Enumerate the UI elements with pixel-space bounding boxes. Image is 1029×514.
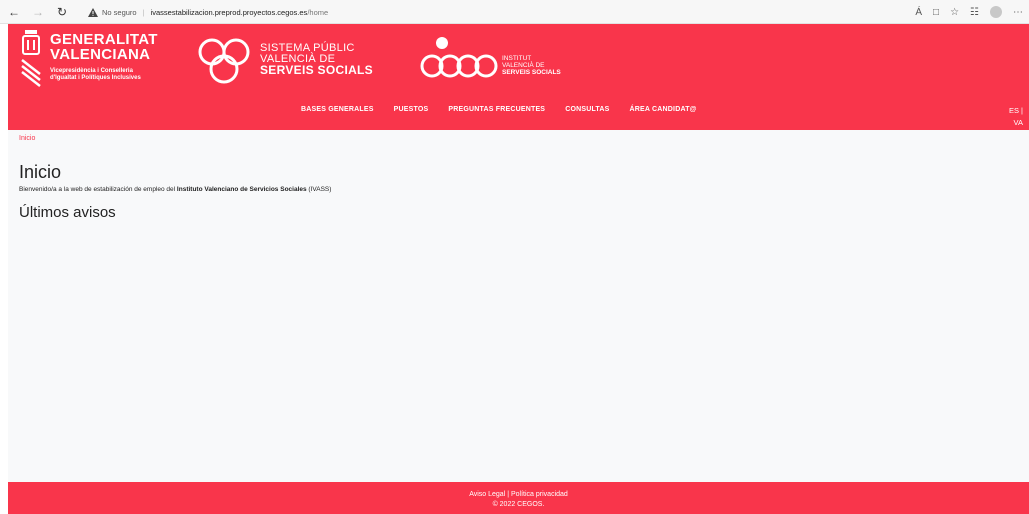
- browser-actions: Á □ ☆ ☷ ⋯: [915, 3, 1023, 21]
- forward-arrow-icon[interactable]: →: [28, 2, 48, 22]
- notices-heading: Últimos avisos: [19, 204, 116, 221]
- address-bar[interactable]: No seguro | ivassestabilizacion.preprod.…: [88, 3, 888, 21]
- footer-separator: |: [507, 491, 510, 498]
- url-host: ivassestabilizacion.preprod.proyectos.ce…: [150, 7, 308, 17]
- url-path: /home: [307, 7, 329, 17]
- menu-preguntas-frecuentes[interactable]: PREGUNTAS FRECUENTES: [448, 106, 545, 113]
- collections-icon[interactable]: ☷: [970, 7, 979, 18]
- ivass-circles-icon: [420, 37, 498, 78]
- privacy-policy-link[interactable]: Política privacidad: [511, 491, 568, 498]
- read-aloud-icon[interactable]: Á: [915, 7, 922, 18]
- language-switcher: ES | VA: [1009, 105, 1023, 129]
- browser-toolbar: ← → ↻ No seguro | ivassestabilizacion.pr…: [0, 0, 1029, 24]
- sistema-public-logo[interactable]: SISTEMA PÚBLIC VALENCIÀ DE SERVEIS SOCIA…: [198, 36, 378, 84]
- ivass-logo[interactable]: INSTITUT VALENCIÀ DE SERVEIS SOCIALS: [418, 36, 598, 84]
- reload-icon[interactable]: ↻: [52, 2, 72, 22]
- lang-va[interactable]: VA: [1009, 117, 1023, 129]
- main-content: Inicio Inicio Bienvenido/a a la web de e…: [8, 130, 1029, 482]
- main-menu: BASES GENERALES PUESTOS PREGUNTAS FRECUE…: [301, 106, 697, 113]
- generalitat-subtitle: Vicepresidència i Conselleria d'Igualtat…: [50, 68, 141, 81]
- menu-puestos[interactable]: PUESTOS: [394, 106, 429, 113]
- sistema-public-text: SISTEMA PÚBLIC VALENCIÀ DE SERVEIS SOCIA…: [260, 42, 373, 77]
- generalitat-title: GENERALITAT VALENCIANA: [50, 31, 158, 63]
- institute-name: Instituto Valenciano de Servicios Social…: [176, 186, 307, 193]
- sistema-public-circles-icon: [198, 38, 250, 84]
- site-footer: Aviso Legal | Política privacidad © 2022…: [8, 482, 1029, 514]
- generalitat-crest-icon: [21, 30, 41, 87]
- ivass-text: INSTITUT VALENCIÀ DE SERVEIS SOCIALS: [502, 55, 561, 76]
- site-header: GENERALITAT VALENCIANA Vicepresidència i…: [8, 24, 1029, 130]
- back-arrow-icon[interactable]: ←: [4, 2, 24, 22]
- breadcrumb[interactable]: Inicio: [19, 135, 35, 142]
- footer-links: Aviso Legal | Política privacidad: [8, 491, 1029, 498]
- menu-consultas[interactable]: CONSULTAS: [565, 106, 609, 113]
- warning-icon: [88, 7, 98, 17]
- copyright: © 2022 CEGOS.: [492, 501, 545, 508]
- welcome-text: Bienvenido/a a la web de estabilización …: [19, 186, 332, 193]
- favorite-star-icon[interactable]: ☆: [950, 7, 959, 18]
- lang-separator: |: [1021, 106, 1023, 115]
- address-separator: |: [142, 7, 145, 17]
- generalitat-logo[interactable]: GENERALITAT VALENCIANA Vicepresidència i…: [20, 28, 180, 92]
- lang-es[interactable]: ES: [1009, 106, 1019, 115]
- security-label: No seguro: [102, 7, 137, 17]
- tab-action-icon[interactable]: □: [933, 7, 939, 18]
- legal-notice-link[interactable]: Aviso Legal: [469, 491, 505, 498]
- more-menu-icon[interactable]: ⋯: [1013, 7, 1023, 18]
- menu-area-candidato[interactable]: ÁREA CANDIDAT@: [630, 106, 697, 113]
- menu-bases-generales[interactable]: BASES GENERALES: [301, 106, 374, 113]
- profile-avatar-icon[interactable]: [990, 6, 1002, 18]
- page-title: Inicio: [19, 162, 62, 182]
